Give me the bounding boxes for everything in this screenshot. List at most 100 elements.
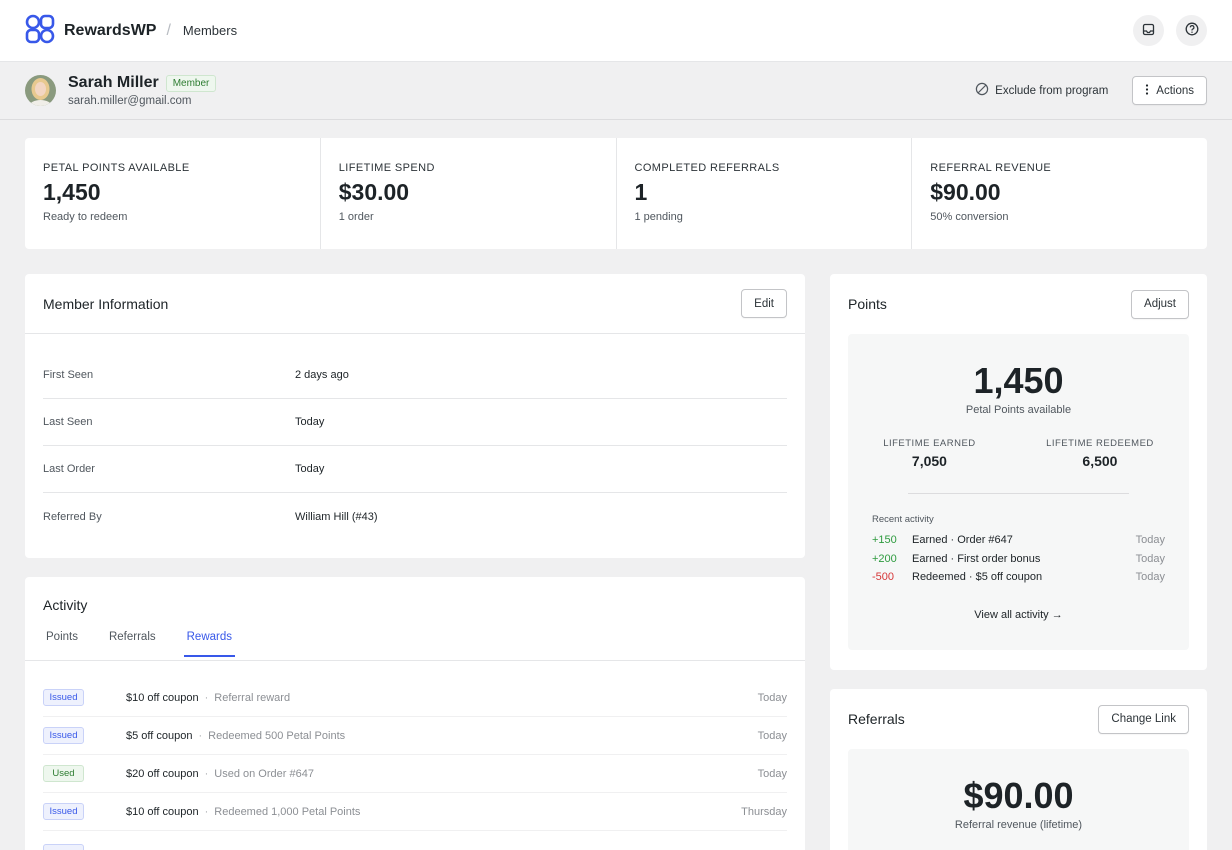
info-key: Referred By [43,510,102,523]
tab-referrals[interactable]: Referrals [106,627,159,655]
tab-rewards[interactable]: Rewards [183,627,236,657]
card-title: Member Information [43,295,169,312]
reward-row: Issued $10 off coupon · Redeemed 1,000 P… [43,793,787,831]
reward-date: Today [757,691,787,704]
help-button[interactable] [1176,15,1207,46]
info-row-first-seen: First Seen 2 days ago [43,352,787,399]
reward-title: $10 off coupon [126,805,199,818]
member-status-badge: Member [165,74,217,92]
status-badge: Issued [43,803,84,820]
actions-label: Actions [1156,84,1194,97]
stat-sub: 50% conversion [930,211,1009,223]
status-badge: Used [43,765,84,782]
reward-title: $5 off coupon [126,729,193,742]
info-row-last-seen: Last Seen Today [43,399,787,446]
recent-activity-row: -500 Redeemed · $5 off coupon Today [872,568,1165,587]
reward-description: Referral reward [214,691,291,704]
stat-completed-referrals: COMPLETED REFERRALS 1 1 pending [617,138,913,249]
separator-dot: · [204,805,209,818]
lifetime-earned-label: LIFETIME EARNED [883,438,976,449]
activity-description: Earned · Order #647 [912,534,1013,547]
status-badge: Issued [43,689,84,706]
stat-label: COMPLETED REFERRALS [634,162,780,174]
stat-value: 1,450 [43,179,101,205]
reward-description: Used on Order #647 [214,767,314,780]
referral-revenue-sub: Referral revenue (lifetime) [954,819,1083,831]
lifetime-earned: LIFETIME EARNED 7,050 [883,438,976,469]
stat-label: REFERRAL REVENUE [930,162,1052,174]
member-name: Sarah Miller [68,74,159,91]
exclude-label: Exclude from program [995,84,1109,97]
activity-description: Redeemed · $5 off coupon [912,571,1043,584]
stat-value: 1 [634,179,648,205]
adjust-button[interactable]: Adjust [1131,289,1189,319]
change-link-button[interactable]: Change Link [1098,704,1189,734]
activity-date: Today [1135,571,1165,584]
stat-referral-revenue: REFERRAL REVENUE $90.00 50% conversion [912,138,1207,249]
info-row-referred-by: Referred By William Hill (#43) [43,493,787,540]
info-key: Last Seen [43,416,93,428]
recent-activity-label: Recent activity [872,514,934,525]
reward-title: $10 off coupon [126,691,199,704]
activity-card: Activity Points Referrals Rewards Issued… [25,577,805,850]
points-summary-panel: 1,450 Petal Points available LIFETIME EA… [848,334,1189,650]
stat-sub: 1 pending [634,211,683,223]
status-badge [43,844,84,850]
info-value: 2 days ago [295,369,349,381]
info-key: First Seen [43,369,94,381]
recent-activity-row: +150 Earned · Order #647 Today [872,531,1165,550]
card-title: Referrals [848,711,905,727]
reward-row: Issued $10 off coupon · Referral reward … [43,679,787,717]
reward-description: Redeemed 1,000 Petal Points [214,805,361,818]
reward-row-partial [43,831,787,850]
reward-title: $20 off coupon [126,767,199,780]
member-header: Sarah Miller Member sarah.miller@gmail.c… [0,62,1232,120]
points-delta: +150 [872,534,897,547]
reward-date: Thursday [741,805,787,818]
referrals-card: Referrals Change Link $90.00 Referral re… [830,689,1207,850]
edit-button[interactable]: Edit [741,289,787,318]
info-value[interactable]: William Hill (#43) [295,511,378,523]
inbox-button[interactable] [1133,15,1164,46]
activity-description: Earned · First order bonus [912,552,1041,565]
actions-button[interactable]: Actions [1132,76,1207,105]
points-card: Points Adjust 1,450 Petal Points availab… [830,274,1207,670]
breadcrumb-separator: / [166,21,171,39]
stat-value: $30.00 [338,179,410,205]
info-row-last-order: Last Order Today [43,446,787,493]
recent-activity-row: +200 Earned · First order bonus Today [872,550,1165,569]
activity-date: Today [1135,552,1165,565]
view-all-activity-link[interactable]: View all activity → [848,609,1189,621]
points-total-sub: Petal Points available [965,404,1072,416]
brand-name: RewardsWP [64,21,157,39]
member-information-card: Member Information Edit First Seen 2 day… [25,274,805,558]
more-vertical-icon [1145,83,1149,98]
breadcrumb-members[interactable]: Members [183,23,237,38]
stat-sub: Ready to redeem [43,211,128,223]
separator-dot: · [204,691,209,704]
tab-points[interactable]: Points [43,627,81,655]
activity-tabs: Points Referrals Rewards [25,627,805,661]
status-badge: Issued [43,727,84,744]
info-value: Today [295,463,325,475]
info-value: Today [295,416,325,428]
rewardswp-logo-icon [25,14,56,48]
top-header: RewardsWP / Members [0,0,1232,62]
points-total: 1,450 [973,360,1064,401]
block-icon [975,82,989,99]
exclude-from-program-button[interactable]: Exclude from program [975,82,1108,99]
reward-row: Used $20 off coupon · Used on Order #647… [43,755,787,793]
separator-dot: · [204,767,209,780]
referral-revenue-total: $90.00 [963,775,1074,816]
lifetime-redeemed-label: LIFETIME REDEEMED [1046,438,1154,449]
stat-lifetime-spend: LIFETIME SPEND $30.00 1 order [321,138,617,249]
reward-row: Issued $5 off coupon · Redeemed 500 Peta… [43,717,787,755]
member-email: sarah.miller@gmail.com [68,95,192,107]
stat-label: PETAL POINTS AVAILABLE [43,162,190,174]
divider [908,493,1129,494]
stat-sub: 1 order [338,211,374,223]
brand[interactable]: RewardsWP [25,14,156,48]
lifetime-redeemed: LIFETIME REDEEMED 6,500 [1046,438,1154,469]
stat-value: $90.00 [930,179,1001,205]
points-delta: -500 [872,571,895,584]
